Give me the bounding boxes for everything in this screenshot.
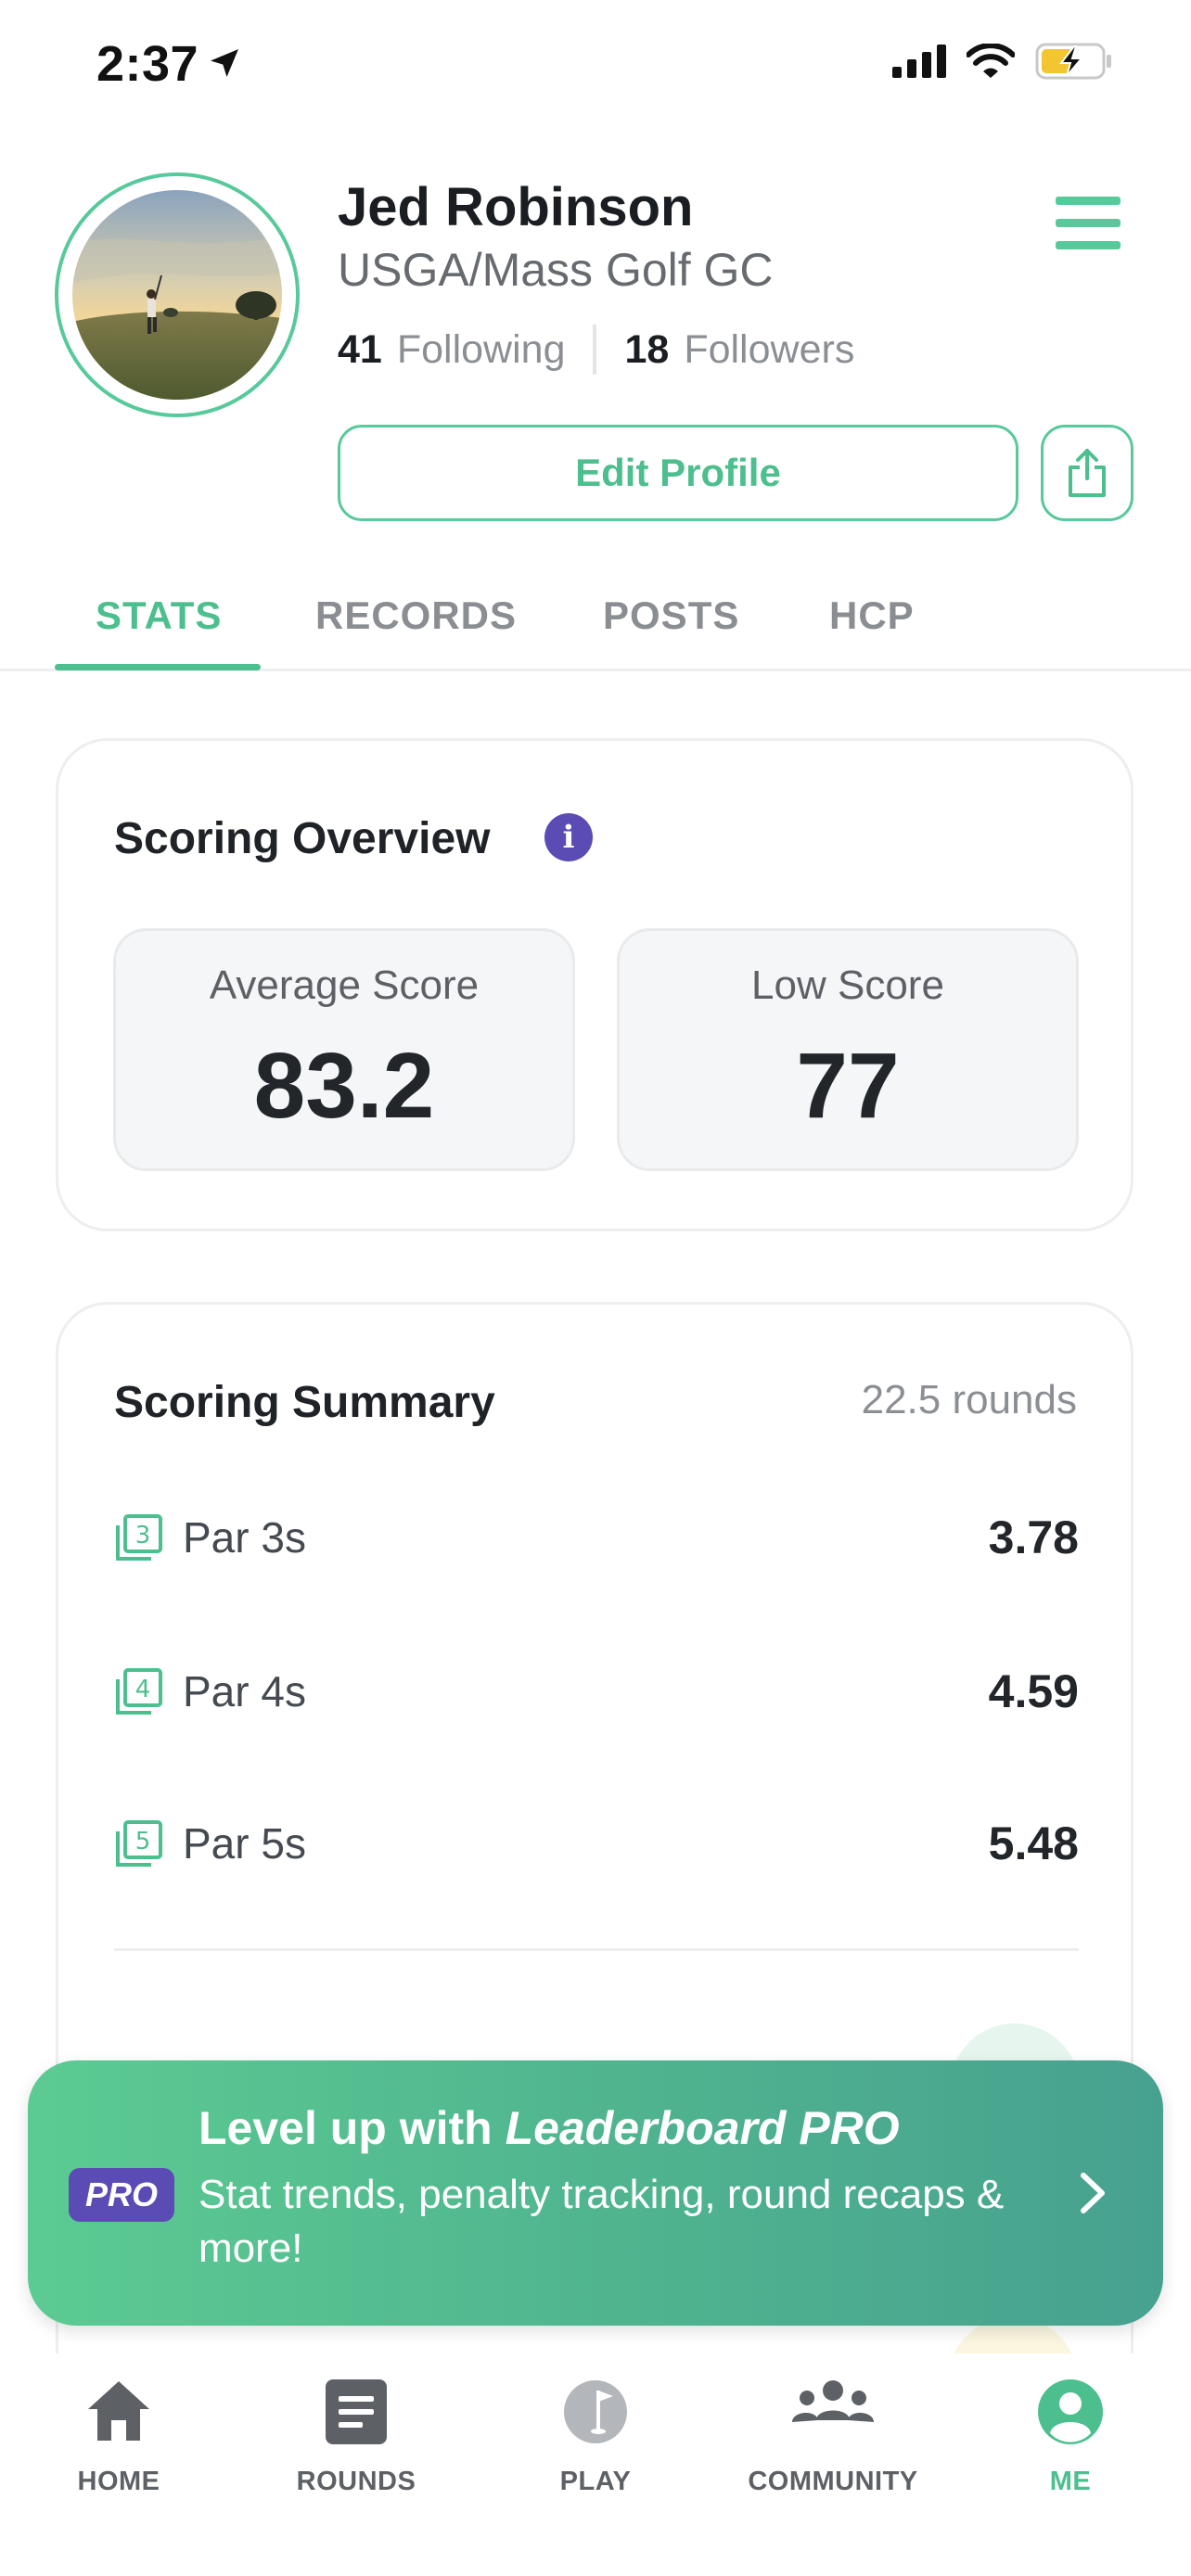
- nav-play-label: PLAY: [559, 2467, 632, 2496]
- profile-name: Jed Robinson: [338, 177, 694, 237]
- profile-tabs: STATS RECORDS POSTS HCP: [0, 575, 1191, 671]
- par-5-icon-number: 5: [135, 1828, 151, 1855]
- nav-me[interactable]: ME: [968, 2368, 1172, 2507]
- followers-label[interactable]: Followers: [684, 327, 854, 373]
- leaderboard-pro-banner[interactable]: PRO Level up with Leaderboard PRO Stat t…: [28, 2060, 1163, 2326]
- profile-icon: [1038, 2379, 1103, 2444]
- share-icon: [1069, 449, 1106, 497]
- cellular-signal-icon: [892, 45, 946, 78]
- par-4-icon: 4: [116, 1668, 162, 1715]
- par-3-icon-number: 3: [135, 1522, 151, 1549]
- status-time: 2:37: [96, 36, 199, 92]
- par-row: 4 Par 4s 4.59: [114, 1655, 1079, 1729]
- nav-rounds[interactable]: ROUNDS: [254, 2368, 458, 2507]
- followers-count[interactable]: 18: [624, 327, 669, 373]
- status-bar: 2:37: [0, 0, 1191, 130]
- wifi-icon: [967, 44, 1015, 78]
- follow-divider: [593, 325, 597, 375]
- promo-title-prefix: Level up with: [198, 2102, 506, 2154]
- edit-profile-button[interactable]: Edit Profile: [338, 425, 1018, 521]
- home-icon: [88, 2381, 149, 2441]
- tab-stats[interactable]: STATS: [96, 593, 222, 638]
- rounds-icon: [326, 2379, 387, 2444]
- nav-me-label: ME: [1049, 2467, 1092, 2496]
- active-tab-indicator: [55, 664, 261, 670]
- low-score-box: Low Score 77: [617, 928, 1079, 1171]
- scoring-overview-title: Scoring Overview: [114, 814, 491, 863]
- follow-stats: 41 Following 18 Followers: [338, 325, 854, 375]
- nav-community-label: COMMUNITY: [748, 2467, 918, 2496]
- scoring-overview-card: Scoring Overview i Average Score 83.2 Lo…: [56, 738, 1133, 1231]
- par-row: 3 Par 3s 3.78: [114, 1501, 1079, 1575]
- chevron-right-icon: [1081, 2173, 1105, 2213]
- card-divider: [114, 1948, 1079, 1951]
- promo-description: Stat trends, penalty tracking, round rec…: [198, 2172, 1005, 2271]
- nav-play[interactable]: PLAY: [493, 2368, 698, 2507]
- rounds-count: 22.5 rounds: [861, 1377, 1077, 1422]
- tab-records[interactable]: RECORDS: [315, 593, 517, 638]
- bottom-nav: HOME ROUNDS PLAY COMMUNITY ME: [0, 2353, 1191, 2576]
- share-button[interactable]: [1041, 425, 1133, 521]
- status-indicators: [892, 43, 1113, 80]
- golf-ball-flag-icon: [564, 2380, 627, 2443]
- par-value: 4.59: [988, 1665, 1079, 1717]
- par-3-icon: 3: [116, 1514, 162, 1561]
- community-icon: [792, 2380, 874, 2422]
- par-row: 5 Par 5s 5.48: [114, 1807, 1079, 1881]
- following-label[interactable]: Following: [397, 327, 566, 373]
- hamburger-menu-icon[interactable]: [1056, 197, 1121, 250]
- battery-charging-icon: [1035, 43, 1111, 80]
- tab-hcp[interactable]: HCP: [829, 593, 915, 638]
- promo-title-brand: Leaderboard PRO: [505, 2102, 900, 2154]
- low-score-label: Low Score: [751, 963, 944, 1008]
- profile-club: USGA/Mass Golf GC: [338, 244, 774, 296]
- following-count[interactable]: 41: [338, 327, 382, 373]
- par-label: Par 4s: [183, 1667, 306, 1715]
- info-icon[interactable]: i: [544, 813, 593, 861]
- avatar-photo: [72, 190, 282, 400]
- location-arrow-icon: [211, 49, 238, 77]
- tab-posts[interactable]: POSTS: [603, 593, 739, 638]
- nav-rounds-label: ROUNDS: [296, 2467, 416, 2496]
- par-5-icon: 5: [116, 1820, 162, 1867]
- nav-home-label: HOME: [77, 2467, 160, 2496]
- low-score-value: 77: [796, 1034, 900, 1138]
- par-label: Par 3s: [183, 1513, 306, 1562]
- nav-community[interactable]: COMMUNITY: [731, 2368, 935, 2507]
- par-value: 5.48: [988, 1817, 1079, 1869]
- par-label: Par 5s: [183, 1819, 306, 1868]
- promo-title: Level up with Leaderboard PRO: [198, 2101, 900, 2155]
- average-score-value: 83.2: [253, 1034, 435, 1138]
- avatar[interactable]: [55, 172, 300, 417]
- par-value: 3.78: [988, 1511, 1079, 1563]
- average-score-box: Average Score 83.2: [113, 928, 575, 1171]
- pro-badge: PRO: [69, 2168, 174, 2222]
- nav-home[interactable]: HOME: [17, 2368, 221, 2507]
- average-score-label: Average Score: [209, 963, 480, 1008]
- scoring-summary-title: Scoring Summary: [114, 1378, 495, 1427]
- par-4-icon-number: 4: [135, 1676, 151, 1703]
